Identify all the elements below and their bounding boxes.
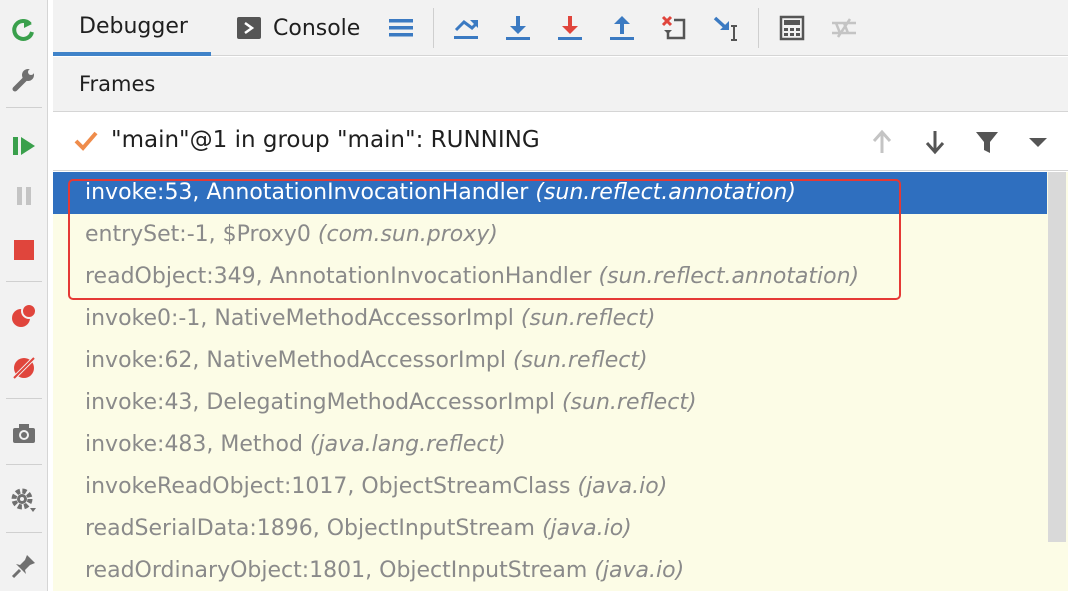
view-breakpoints-icon[interactable] [4,296,44,336]
drop-frame-icon[interactable] [656,10,692,46]
frame-row[interactable]: invoke:62, NativeMethodAccessorImpl (sun… [53,340,1047,382]
show-execution-point-icon[interactable] [448,10,484,46]
separator [6,107,42,108]
separator [6,281,42,282]
frames-header: Frames [53,57,1068,112]
mute-breakpoints-icon[interactable] [4,348,44,388]
settings-icon[interactable] [4,480,44,520]
frame-row[interactable]: invoke0:-1, NativeMethodAccessorImpl (su… [53,298,1047,340]
step-into-icon[interactable] [552,10,588,46]
frame-package: (sun.reflect.annotation) [598,264,860,289]
chevron-down-icon[interactable] [1021,125,1055,159]
tab-debugger[interactable]: Debugger [53,0,211,56]
previous-frame-icon[interactable] [865,125,899,159]
tab-label: Console [273,15,361,41]
step-out-icon[interactable] [604,10,640,46]
frame-package: (java.io) [577,474,668,499]
frame-method: invoke:483, Method [85,432,303,457]
thread-label: "main"@1 in group "main": RUNNING [111,127,540,153]
frame-row[interactable]: invoke:53, AnnotationInvocationHandler (… [53,172,1047,214]
frame-package: (sun.reflect) [561,390,697,415]
frame-package: (java.io) [594,558,685,583]
thread-selector[interactable]: "main"@1 in group "main": RUNNING [53,113,1068,171]
frame-row[interactable]: invoke:483, Method (java.lang.reflect) [53,424,1047,466]
frames-list: invoke:53, AnnotationInvocationHandler (… [53,172,1047,591]
tab-console[interactable]: Console [237,0,360,56]
frame-method: invoke:53, AnnotationInvocationHandler [85,180,529,205]
wrench-icon[interactable] [4,60,44,100]
check-icon [73,129,99,157]
trace-icon[interactable] [826,10,862,46]
scrollbar-thumb[interactable] [1048,172,1066,542]
camera-icon[interactable] [4,414,44,454]
filter-icon[interactable] [970,125,1004,159]
frame-row[interactable]: readObject:349, AnnotationInvocationHand… [53,256,1047,298]
frame-row[interactable]: readSerialData:1896, ObjectInputStream (… [53,508,1047,550]
frame-method: readObject:349, AnnotationInvocationHand… [85,264,592,289]
frame-package: (java.io) [541,516,632,541]
separator [433,8,434,48]
frame-method: readSerialData:1896, ObjectInputStream [85,516,535,541]
separator [6,532,42,533]
step-over-icon[interactable] [500,10,536,46]
next-frame-icon[interactable] [918,125,952,159]
frame-package: (sun.reflect.annotation) [535,180,796,205]
frame-method: entrySet:-1, $Proxy0 [85,222,311,247]
pause-icon[interactable] [4,176,44,216]
separator [758,8,759,48]
frame-method: invoke:43, DelegatingMethodAccessorImpl [85,390,555,415]
frame-package: (sun.reflect) [520,306,656,331]
frame-method: invokeReadObject:1017, ObjectStreamClass [85,474,571,499]
frame-method: invoke0:-1, NativeMethodAccessorImpl [85,306,514,331]
separator [6,398,42,399]
pin-icon[interactable] [4,546,44,586]
tab-bar: Debugger Console [53,0,1068,56]
run-to-cursor-icon[interactable] [708,10,744,46]
resume-icon[interactable] [4,126,44,166]
frame-package: (com.sun.proxy) [317,222,498,247]
console-icon [237,17,261,39]
evaluate-expression-icon[interactable] [774,10,810,46]
frames-title: Frames [79,72,156,96]
separator [6,464,42,465]
menu-icon[interactable] [383,10,419,46]
frame-row[interactable]: invokeReadObject:1017, ObjectStreamClass… [53,466,1047,508]
frame-row[interactable]: readOrdinaryObject:1801, ObjectInputStre… [53,550,1047,591]
tab-label: Debugger [79,13,188,39]
frame-row[interactable]: entrySet:-1, $Proxy0 (com.sun.proxy) [53,214,1047,256]
side-toolbar [0,0,48,591]
frame-package: (sun.reflect) [512,348,648,373]
frame-method: invoke:62, NativeMethodAccessorImpl [85,348,506,373]
frame-package: (java.lang.reflect) [309,432,506,457]
frame-method: readOrdinaryObject:1801, ObjectInputStre… [85,558,588,583]
frame-row[interactable]: invoke:43, DelegatingMethodAccessorImpl … [53,382,1047,424]
stop-icon[interactable] [4,230,44,270]
rerun-icon[interactable] [4,10,44,50]
